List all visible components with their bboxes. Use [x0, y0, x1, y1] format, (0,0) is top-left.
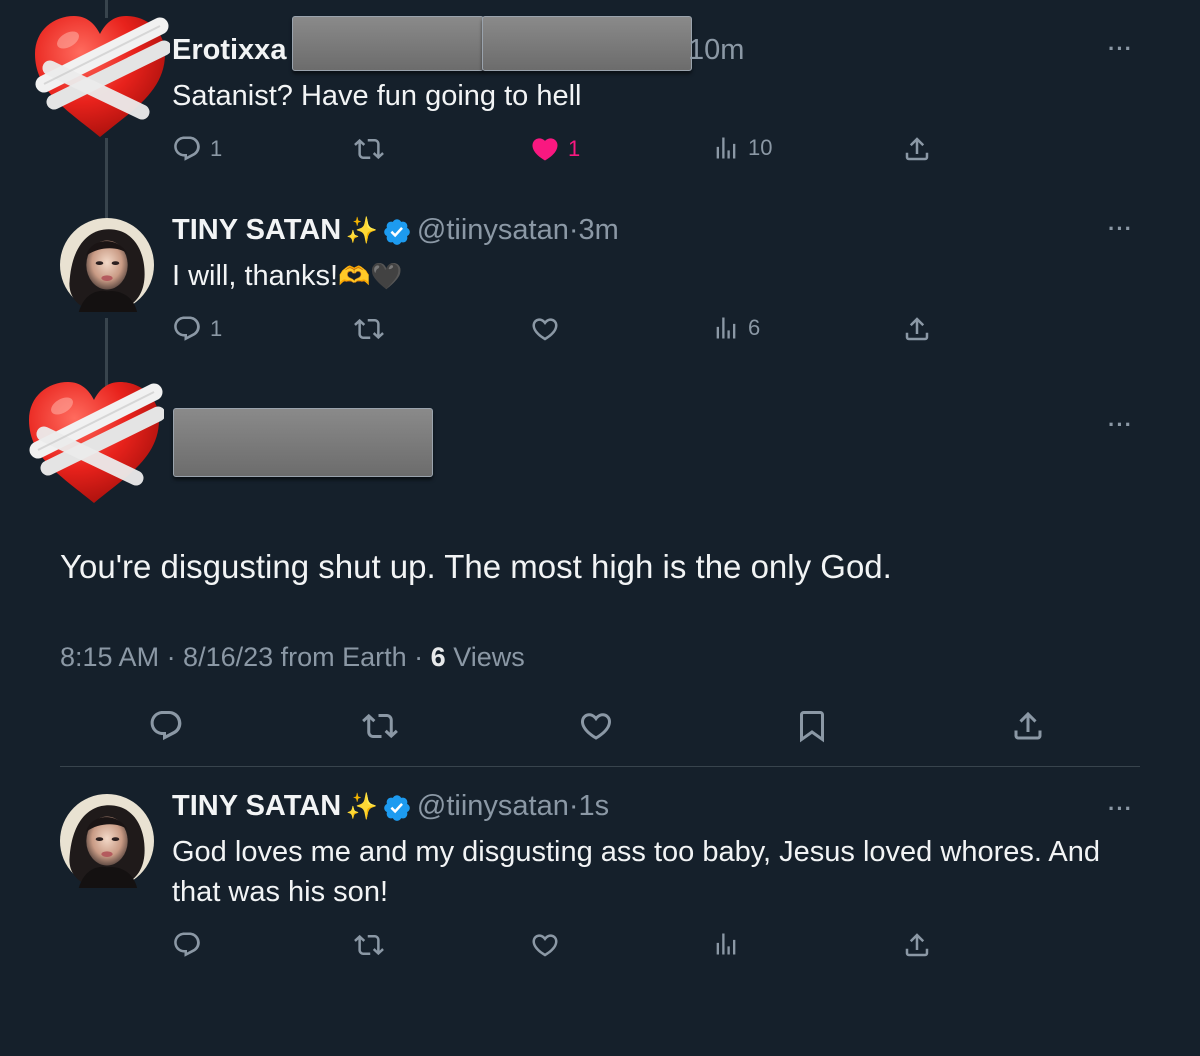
reply-icon [172, 134, 202, 164]
redacted-handle-box [292, 16, 484, 71]
mending-heart-icon[interactable] [30, 12, 170, 142]
thread-line-1 [105, 138, 108, 218]
share-icon [902, 930, 932, 960]
retweet-icon [362, 708, 398, 744]
reply-icon [148, 708, 184, 744]
more-options-icon[interactable]: ··· [1108, 216, 1133, 242]
tweet-header: TINY SATAN ✨ @tiinysatan·1s [172, 790, 609, 823]
retweet-button[interactable] [362, 708, 398, 744]
sparkles-emoji: ✨ [345, 791, 378, 821]
author-name[interactable]: TINY SATAN [172, 214, 341, 246]
separator-dot: · [568, 790, 579, 822]
more-options-icon[interactable]: ··· [1108, 412, 1133, 438]
like-button[interactable]: 1 [530, 134, 580, 164]
tweet-text: Satanist? Have fun going to hell [172, 80, 582, 112]
heart-hands-emoji: 🫶🖤 [338, 261, 403, 291]
views-count: 6 [430, 642, 446, 672]
share-button[interactable] [1010, 708, 1046, 744]
more-options-icon[interactable]: ··· [1108, 796, 1133, 822]
reply-count: 1 [210, 316, 223, 341]
avatar[interactable] [60, 218, 154, 312]
reply-icon [172, 930, 202, 960]
redacted-handle-box-2 [482, 16, 692, 71]
like-button[interactable] [530, 314, 560, 344]
retweet-icon [354, 134, 384, 164]
tweet-text: You're disgusting shut up. The most high… [60, 548, 892, 585]
tweet-meta: 8:15 AM · 8/16/23 from Earth · 6 Views [60, 642, 525, 673]
like-filled-icon [530, 134, 560, 164]
tweet-text-line-2: that was his son! [172, 876, 388, 908]
bookmark-button[interactable] [794, 708, 830, 744]
reply-button[interactable]: 1 [172, 134, 222, 164]
share-button[interactable] [902, 314, 932, 344]
tweet-header: TINY SATAN ✨ @tiinysatan·3m [172, 214, 619, 247]
share-icon [902, 314, 932, 344]
like-icon [578, 708, 614, 744]
views-button[interactable]: 6 [712, 314, 760, 342]
tweet-timestamp[interactable]: 8:15 AM · 8/16/23 from Earth · [60, 642, 431, 672]
redacted-author-box [173, 408, 433, 477]
retweet-button[interactable] [354, 930, 384, 960]
tweet-time[interactable]: 1s [579, 790, 610, 822]
like-button[interactable] [578, 708, 614, 744]
separator-dot: · [568, 214, 579, 246]
views-button[interactable] [712, 930, 740, 958]
views-icon [712, 930, 740, 958]
tweet-text-line-1: God loves me and my disgusting ass too b… [172, 836, 1100, 868]
sparkles-emoji: ✨ [345, 215, 378, 245]
views-count: 10 [748, 135, 773, 160]
retweet-button[interactable] [354, 134, 384, 164]
reply-icon [172, 314, 202, 344]
views-icon [712, 314, 740, 342]
views-button[interactable]: 10 [712, 134, 772, 162]
author-name[interactable]: TINY SATAN [172, 790, 341, 822]
verified-badge-icon[interactable] [382, 793, 412, 823]
like-icon [530, 314, 560, 344]
tweet-time[interactable]: 10m [688, 34, 744, 67]
retweet-icon [354, 314, 384, 344]
share-icon [1010, 708, 1046, 744]
like-icon [530, 930, 560, 960]
views-count: 6 [748, 315, 761, 340]
avatar[interactable] [60, 794, 154, 888]
tweet-text: God loves me and my disgusting ass too b… [172, 832, 1100, 912]
tweet-text: I will, thanks!🫶🖤 [172, 256, 403, 296]
reply-count: 1 [210, 136, 223, 161]
like-button[interactable] [530, 930, 560, 960]
divider [60, 766, 1140, 767]
verified-badge-icon[interactable] [382, 217, 412, 247]
like-count: 1 [568, 136, 581, 161]
share-button[interactable] [902, 134, 932, 164]
retweet-icon [354, 930, 384, 960]
more-options-icon[interactable]: ··· [1108, 36, 1133, 62]
reply-button[interactable]: 1 [172, 314, 222, 344]
author-handle[interactable]: @tiinysatan [417, 790, 569, 822]
tweet-text-content: I will, thanks! [172, 260, 338, 292]
views-icon [712, 134, 740, 162]
author-name[interactable]: Erotixxa [172, 34, 286, 67]
author-handle[interactable]: @tiinysatan [417, 214, 569, 246]
views-label: Views [445, 642, 525, 672]
bookmark-icon [794, 708, 830, 744]
reply-button[interactable] [148, 708, 184, 744]
reply-button[interactable] [172, 930, 202, 960]
retweet-button[interactable] [354, 314, 384, 344]
tweet-time[interactable]: 3m [579, 214, 619, 246]
mending-heart-icon[interactable] [24, 378, 164, 508]
share-button[interactable] [902, 930, 932, 960]
share-icon [902, 134, 932, 164]
